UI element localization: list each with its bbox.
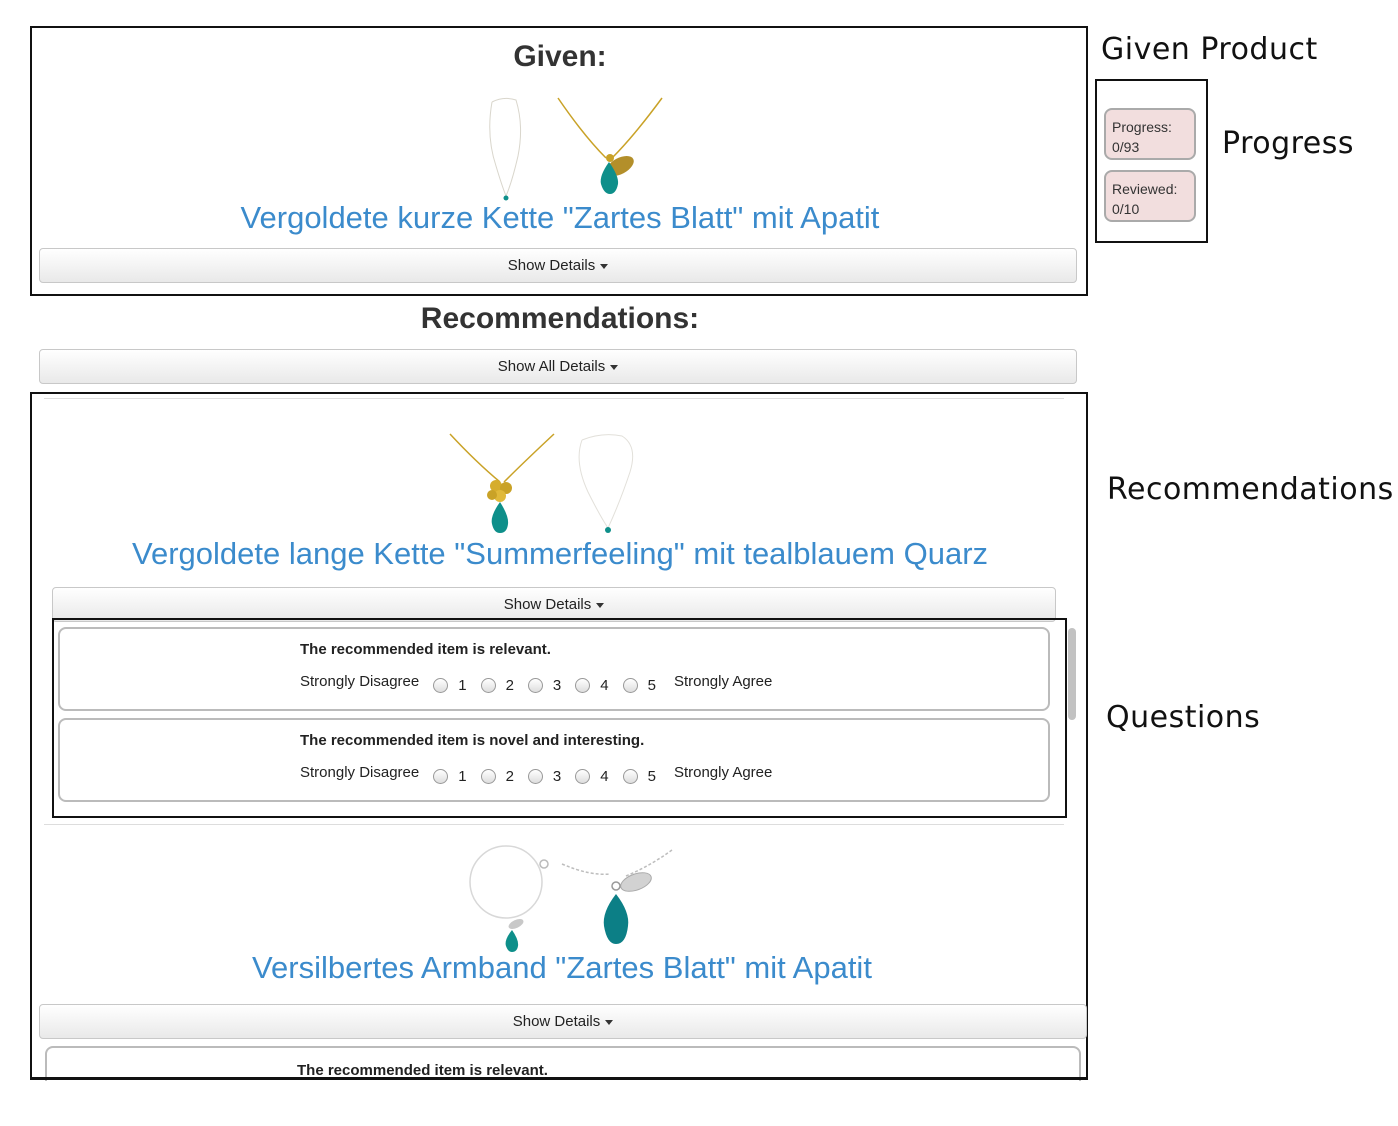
scale-left-label: Strongly Disagree	[300, 764, 420, 781]
show-all-details-button[interactable]: Show All Details	[39, 349, 1077, 384]
given-product-title[interactable]: Vergoldete kurze Kette "Zartes Blatt" mi…	[32, 200, 1088, 236]
option-label: 5	[647, 677, 656, 694]
callout-given-product: Given Product	[1101, 32, 1318, 67]
radio-icon[interactable]	[622, 769, 638, 784]
divider	[44, 398, 1064, 399]
callout-progress: Progress	[1222, 126, 1355, 161]
question-text: The recommended item is relevant.	[300, 641, 551, 658]
radio-option-4[interactable]: 4	[575, 677, 609, 694]
show-details-button[interactable]: Show Details	[52, 587, 1056, 622]
gold-necklace-leaf-icon	[557, 97, 663, 194]
reviewed-box: Reviewed: 0/10	[1104, 170, 1196, 222]
callout-recommendations: Recommendations	[1107, 472, 1394, 507]
caret-down-icon	[600, 263, 609, 269]
recommendation-title[interactable]: Versilbertes Armband "Zartes Blatt" mit …	[32, 950, 1092, 986]
show-all-details-label: Show All Details	[497, 358, 606, 375]
callout-questions: Questions	[1106, 700, 1261, 735]
radio-option-1[interactable]: 1	[433, 677, 467, 694]
question-card: The recommended item is novel and intere…	[58, 718, 1050, 802]
show-details-button[interactable]: Show Details	[39, 1004, 1087, 1039]
gold-necklace-flower-icon	[449, 433, 555, 533]
silver-necklace-leaf-icon	[561, 849, 673, 944]
radio-option-2[interactable]: 2	[480, 677, 514, 694]
radio-icon[interactable]	[527, 769, 543, 784]
reviewed-label: Reviewed:	[1112, 181, 1178, 197]
scale-left-label: Strongly Disagree	[300, 673, 420, 690]
radio-option-4[interactable]: 4	[575, 768, 609, 785]
progress-box: Progress: 0/93	[1104, 108, 1196, 160]
radio-icon[interactable]	[575, 769, 591, 784]
radio-option-5[interactable]: 5	[622, 677, 656, 694]
likert-scale: Strongly Disagree 1 2 3 4 5 Strongly Agr…	[300, 760, 772, 785]
scale-right-label: Strongly Agree	[673, 673, 773, 690]
option-label: 2	[505, 768, 514, 785]
option-label: 4	[600, 677, 609, 694]
radio-option-2[interactable]: 2	[480, 768, 514, 785]
thin-necklace-icon	[578, 434, 634, 533]
show-details-label: Show Details	[503, 596, 592, 613]
show-details-label: Show Details	[507, 257, 596, 274]
radio-icon[interactable]	[433, 678, 449, 693]
caret-down-icon	[596, 602, 605, 608]
radio-icon[interactable]	[480, 769, 496, 784]
reviewed-value: 0/10	[1112, 201, 1140, 217]
silver-bracelet-icon	[469, 845, 549, 952]
radio-icon[interactable]	[622, 678, 638, 693]
option-label: 1	[458, 677, 467, 694]
question-card: The recommended item is relevant.	[45, 1046, 1081, 1086]
show-details-button[interactable]: Show Details	[39, 248, 1077, 283]
bottom-mask	[0, 1081, 1398, 1126]
question-text: The recommended item is novel and intere…	[300, 732, 645, 749]
caret-down-icon	[610, 364, 619, 370]
likert-scale: Strongly Disagree 1 2 3 4 5 Strongly Agr…	[300, 669, 772, 694]
radio-icon[interactable]	[480, 678, 496, 693]
given-heading: Given:	[513, 40, 607, 73]
caret-down-icon	[605, 1019, 614, 1025]
option-label: 4	[600, 768, 609, 785]
radio-option-5[interactable]: 5	[622, 768, 656, 785]
radio-icon[interactable]	[575, 678, 591, 693]
progress-label: Progress:	[1112, 119, 1172, 135]
radio-option-3[interactable]: 3	[527, 768, 562, 785]
option-label: 3	[552, 677, 562, 694]
recommendations-heading: Recommendations:	[420, 302, 700, 335]
thin-necklace-icon	[489, 97, 522, 201]
radio-icon[interactable]	[433, 769, 449, 784]
radio-option-3[interactable]: 3	[527, 677, 562, 694]
scrollbar[interactable]	[1068, 628, 1076, 720]
progress-value: 0/93	[1112, 139, 1140, 155]
radio-icon[interactable]	[527, 678, 543, 693]
option-label: 1	[458, 768, 467, 785]
option-label: 3	[552, 768, 562, 785]
scale-right-label: Strongly Agree	[673, 764, 773, 781]
divider	[44, 824, 1064, 825]
option-label: 5	[647, 768, 656, 785]
radio-option-1[interactable]: 1	[433, 768, 467, 785]
question-card: The recommended item is relevant. Strong…	[58, 627, 1050, 711]
option-label: 2	[505, 677, 514, 694]
show-details-label: Show Details	[512, 1013, 601, 1030]
frame-bottom-edge	[30, 1077, 1088, 1080]
recommendation-title[interactable]: Vergoldete lange Kette "Summerfeeling" m…	[0, 536, 1132, 572]
